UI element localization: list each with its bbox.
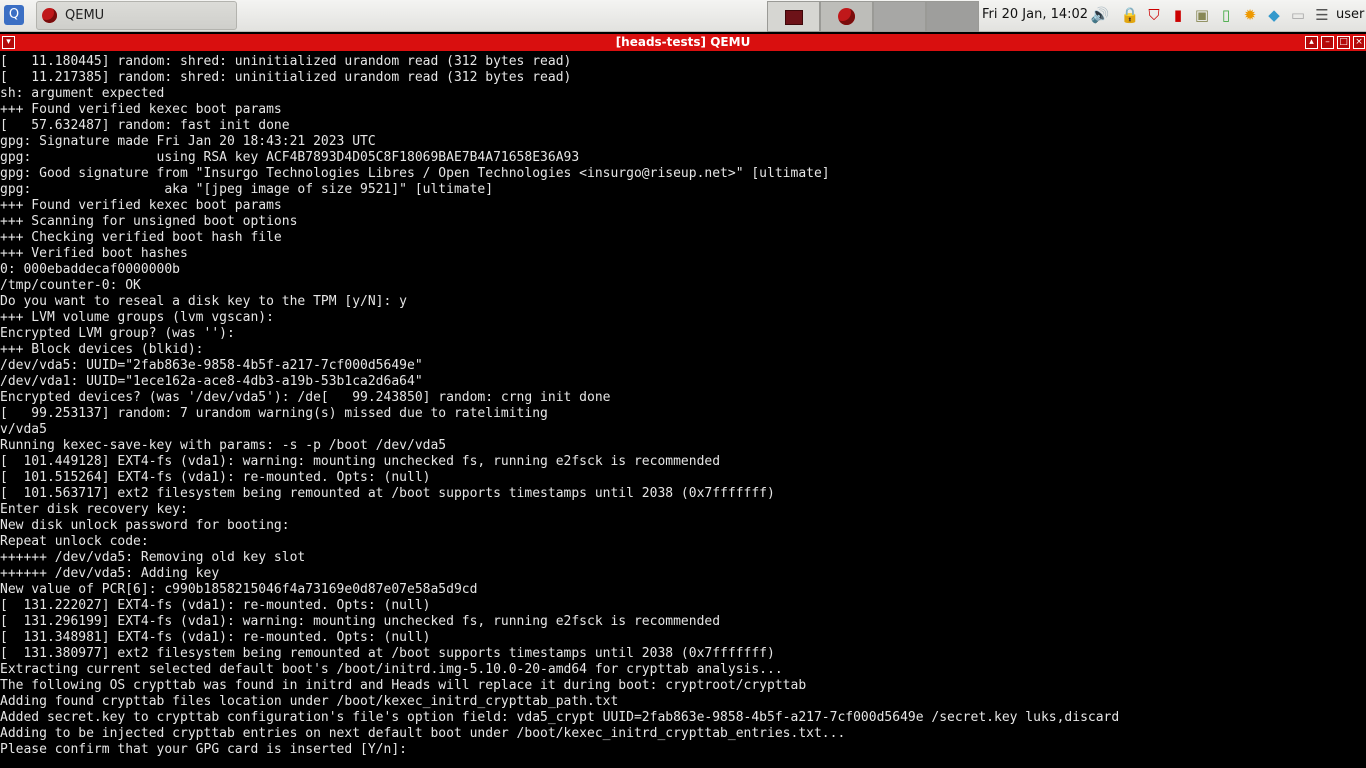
signal-icon[interactable]: ▮ <box>1168 5 1188 26</box>
weather-icon[interactable]: ✹ <box>1240 5 1260 26</box>
terminal-line: v/vda5 <box>0 422 47 437</box>
terminal-line: +++ LVM volume groups (lvm vgscan): <box>0 310 274 325</box>
battery-icon[interactable]: ▯ <box>1216 5 1236 26</box>
clock[interactable]: Fri 20 Jan, 14:02 <box>982 7 1088 22</box>
terminal-line: +++ Verified boot hashes <box>0 246 188 261</box>
terminal-line: Please confirm that your GPG card is ins… <box>0 742 407 757</box>
terminal-line: [ 131.222027] EXT4-fs (vda1): re-mounted… <box>0 598 431 613</box>
window-title: [heads-tests] QEMU <box>615 35 751 49</box>
terminal-line: Extracting current selected default boot… <box>0 662 783 677</box>
terminal-icon <box>785 10 803 25</box>
lock-icon[interactable]: 🔒 <box>1120 5 1140 26</box>
terminal-line: Adding found crypttab files location und… <box>0 694 619 709</box>
terminal-line: Repeat unlock code: <box>0 534 149 549</box>
close-icon[interactable]: × <box>1353 36 1365 49</box>
terminal-line: Running kexec-save-key with params: -s -… <box>0 438 447 453</box>
terminal-line: [ 57.632487] random: fast init done <box>0 118 290 133</box>
launcher-terminal[interactable] <box>767 1 820 32</box>
terminal-line: 0: 000ebaddecaf0000000b <box>0 262 181 277</box>
terminal-output[interactable]: [ 11.180445] random: shred: uninitialize… <box>0 54 1366 768</box>
terminal-line: +++ Block devices (blkid): <box>0 342 204 357</box>
terminal-line: /dev/vda1: UUID="1ece162a-ace8-4db3-a19b… <box>0 374 423 389</box>
shade-icon[interactable]: ▴ <box>1305 36 1318 49</box>
terminal-line: sh: argument expected <box>0 86 165 101</box>
terminal-line: Encrypted devices? (was '/dev/vda5'): /d… <box>0 390 611 405</box>
terminal-line: [ 101.449128] EXT4-fs (vda1): warning: m… <box>0 454 721 469</box>
terminal-line: ++++++ /dev/vda5: Adding key <box>0 566 220 581</box>
minimize-icon[interactable]: – <box>1321 36 1334 49</box>
terminal-line: Do you want to reseal a disk key to the … <box>0 294 407 309</box>
terminal-line: +++ Scanning for unsigned boot options <box>0 214 298 229</box>
menu-icon[interactable]: Q <box>4 5 24 25</box>
terminal-line: Added secret.key to crypttab configurati… <box>0 710 1120 725</box>
terminal-line: [ 131.296199] EXT4-fs (vda1): warning: m… <box>0 614 721 629</box>
workspace-3[interactable] <box>873 1 926 32</box>
terminal-line: gpg: Signature made Fri Jan 20 18:43:21 … <box>0 134 376 149</box>
terminal-line: Adding to be injected crypttab entries o… <box>0 726 846 741</box>
taskbar-item-qemu[interactable]: QEMU <box>36 1 237 30</box>
terminal-line: New value of PCR[6]: c990b1858215046f4a7… <box>0 582 478 597</box>
terminal-line: gpg: aka "[jpeg image of size 9521]" [ul… <box>0 182 494 197</box>
terminal-line: [ 11.217385] random: shred: uninitialize… <box>0 70 572 85</box>
terminal-line: ++++++ /dev/vda5: Removing old key slot <box>0 550 306 565</box>
qemu-icon <box>42 8 57 23</box>
terminal-line: [ 101.563717] ext2 filesystem being remo… <box>0 486 775 501</box>
disk-icon[interactable]: ▭ <box>1288 5 1308 26</box>
cube-icon[interactable]: ◆ <box>1264 5 1284 26</box>
shield-icon[interactable]: ⛉ <box>1144 5 1164 26</box>
terminal-line: [ 131.380977] ext2 filesystem being remo… <box>0 646 775 661</box>
workspace-4[interactable] <box>926 1 979 32</box>
list-icon[interactable]: ☰ <box>1312 5 1332 26</box>
volume-icon[interactable]: 🔊 <box>1090 5 1110 26</box>
terminal-line: +++ Found verified kexec boot params <box>0 102 282 117</box>
terminal-line: [ 99.253137] random: 7 urandom warning(s… <box>0 406 548 421</box>
terminal-line: The following OS crypttab was found in i… <box>0 678 807 693</box>
monitor-icon[interactable]: ▣ <box>1192 5 1212 26</box>
maximize-icon[interactable]: □ <box>1337 36 1350 49</box>
terminal-line: New disk unlock password for booting: <box>0 518 290 533</box>
window-titlebar[interactable]: ▾ [heads-tests] QEMU ▴ – □ × <box>0 34 1366 51</box>
user-name[interactable]: user <box>1336 7 1364 22</box>
top-panel: Q QEMU Fri 20 Jan, 14:02 🔊 🔒 ⛉ ▮ ▣ ▯ ✹ ◆… <box>0 0 1366 32</box>
launcher-qemu[interactable] <box>820 1 873 32</box>
qemu-icon <box>838 8 855 25</box>
taskbar-item-label: QEMU <box>65 8 105 23</box>
terminal-line: gpg: Good signature from "Insurgo Techno… <box>0 166 830 181</box>
terminal-line: [ 131.348981] EXT4-fs (vda1): re-mounted… <box>0 630 431 645</box>
terminal-line: Enter disk recovery key: <box>0 502 188 517</box>
terminal-line: [ 101.515264] EXT4-fs (vda1): re-mounted… <box>0 470 431 485</box>
terminal-line: +++ Checking verified boot hash file <box>0 230 282 245</box>
terminal-line: /dev/vda5: UUID="2fab863e-9858-4b5f-a217… <box>0 358 423 373</box>
terminal-line: /tmp/counter-0: OK <box>0 278 141 293</box>
terminal-line: +++ Found verified kexec boot params <box>0 198 282 213</box>
terminal-line: gpg: using RSA key ACF4B7893D4D05C8F1806… <box>0 150 580 165</box>
terminal-line: Encrypted LVM group? (was ''): <box>0 326 235 341</box>
terminal-line: [ 11.180445] random: shred: uninitialize… <box>0 54 572 69</box>
